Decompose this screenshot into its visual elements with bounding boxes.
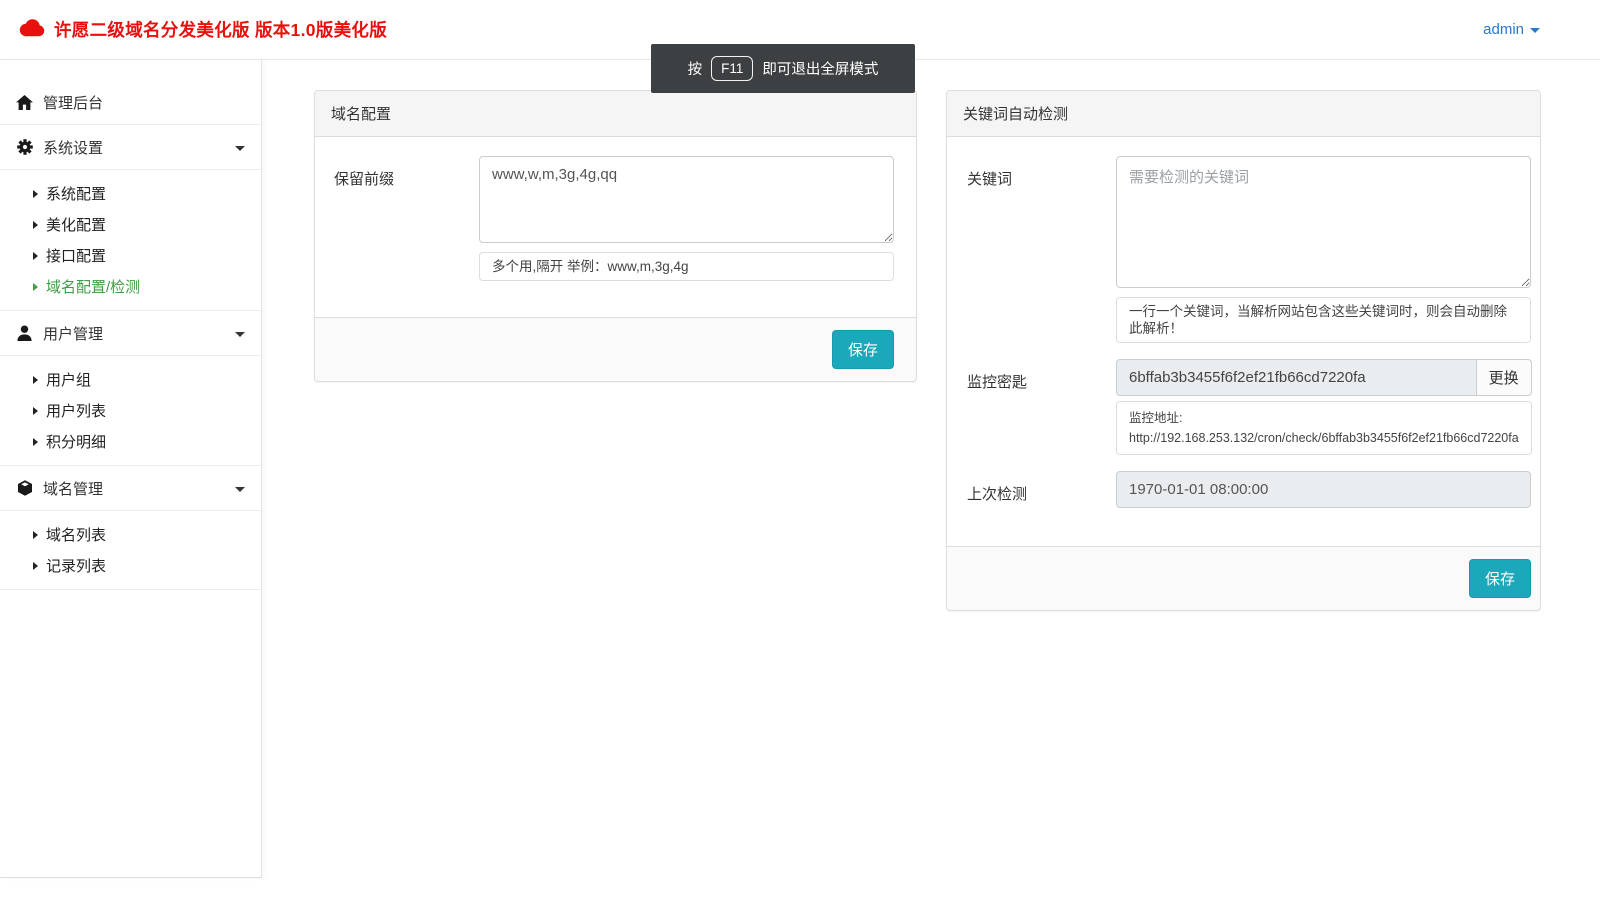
chevron-down-icon	[235, 332, 245, 337]
sidebar-item-label: 用户管理	[43, 323, 225, 344]
triangle-right-icon	[33, 221, 38, 229]
panel-footer: 保存	[315, 317, 916, 381]
brand-title: 许愿二级域名分发美化版 版本1.0版美化版	[54, 17, 387, 42]
submenu-label: 域名配置/检测	[46, 276, 140, 297]
sidebar-item-label: 系统设置	[43, 137, 225, 158]
submenu-domain-management: 域名列表 记录列表	[0, 511, 261, 590]
triangle-right-icon	[33, 376, 38, 384]
username: admin	[1483, 21, 1524, 38]
sidebar-item-system-settings[interactable]: 系统设置	[0, 125, 261, 170]
brand: 许愿二级域名分发美化版 版本1.0版美化版	[0, 17, 387, 42]
reserved-prefix-label: 保留前缀	[334, 156, 479, 281]
save-button[interactable]: 保存	[832, 330, 894, 369]
sidebar-item-system-config[interactable]: 系统配置	[0, 178, 261, 209]
last-check-input	[1116, 471, 1531, 508]
submenu-label: 积分明细	[46, 431, 106, 452]
last-check-label: 上次检测	[967, 471, 1116, 508]
triangle-right-icon	[33, 283, 38, 291]
keyword-label: 关键词	[967, 156, 1116, 343]
domain-config-panel: 域名配置 保留前缀 www,w,m,3g,4g,qq 多个用,隔开 举例：www…	[314, 90, 917, 382]
triangle-right-icon	[33, 562, 38, 570]
sidebar-item-domain-management[interactable]: 域名管理	[0, 466, 261, 511]
sidebar: 管理后台 系统设置	[0, 60, 262, 878]
user-dropdown[interactable]: admin	[1483, 21, 1540, 38]
triangle-right-icon	[33, 438, 38, 446]
sidebar-item-dashboard[interactable]: 管理后台	[0, 80, 261, 125]
panel-body: 关键词 一行一个关键词，当解析网站包含这些关键词时，则会自动删除此解析！ 监控密…	[947, 137, 1540, 546]
submenu-user-management: 用户组 用户列表 积分明细	[0, 356, 261, 466]
sidebar-item-user-groups[interactable]: 用户组	[0, 364, 261, 395]
sidebar-item-label: 域名管理	[43, 478, 225, 499]
panel-title: 关键词自动检测	[947, 91, 1540, 137]
sidebar-item-domain-list[interactable]: 域名列表	[0, 519, 261, 550]
monitor-key-label: 监控密匙	[967, 359, 1116, 455]
reserved-prefix-textarea[interactable]: www,w,m,3g,4g,qq	[479, 156, 894, 243]
cube-icon	[16, 480, 33, 496]
submenu-label: 用户组	[46, 369, 91, 390]
chevron-down-icon	[235, 146, 245, 151]
submenu-label: 系统配置	[46, 183, 106, 204]
triangle-right-icon	[33, 531, 38, 539]
monitor-url-line2: http://192.168.253.132/cron/check/6bffab…	[1129, 428, 1519, 448]
chevron-down-icon	[1530, 28, 1540, 33]
panel-title: 域名配置	[315, 91, 916, 137]
user-icon	[16, 325, 33, 341]
submenu-label: 用户列表	[46, 400, 106, 421]
panel-footer: 保存	[947, 546, 1540, 610]
toast-suffix: 即可退出全屏模式	[762, 58, 878, 79]
sidebar-item-record-list[interactable]: 记录列表	[0, 550, 261, 581]
submenu-label: 域名列表	[46, 524, 106, 545]
monitor-url-help: 监控地址: http://192.168.253.132/cron/check/…	[1116, 401, 1532, 455]
sidebar-item-domain-config-check[interactable]: 域名配置/检测	[0, 271, 261, 302]
sidebar-item-beautify-config[interactable]: 美化配置	[0, 209, 261, 240]
monitor-url-line1: 监控地址:	[1129, 408, 1519, 428]
cloud-icon	[18, 18, 45, 41]
sidebar-item-user-management[interactable]: 用户管理	[0, 311, 261, 356]
submenu-label: 记录列表	[46, 555, 106, 576]
triangle-right-icon	[33, 190, 38, 198]
reserved-prefix-help: 多个用,隔开 举例：www,m,3g,4g	[479, 252, 894, 281]
submenu-label: 美化配置	[46, 214, 106, 235]
keyword-help: 一行一个关键词，当解析网站包含这些关键词时，则会自动删除此解析！	[1116, 297, 1531, 343]
panel-body: 保留前缀 www,w,m,3g,4g,qq 多个用,隔开 举例：www,m,3g…	[315, 137, 916, 317]
home-icon	[16, 95, 33, 110]
sidebar-item-label: 管理后台	[43, 92, 245, 113]
change-key-button[interactable]: 更换	[1476, 359, 1532, 396]
keyword-textarea[interactable]	[1116, 156, 1531, 288]
submenu-system-settings: 系统配置 美化配置 接口配置 域名配置/检测	[0, 170, 261, 311]
triangle-right-icon	[33, 407, 38, 415]
submenu-label: 接口配置	[46, 245, 106, 266]
save-button[interactable]: 保存	[1469, 559, 1531, 598]
chevron-down-icon	[235, 487, 245, 492]
keyword-detect-panel: 关键词自动检测 关键词 一行一个关键词，当解析网站包含这些关键词时，则会自动删除…	[946, 90, 1541, 611]
triangle-right-icon	[33, 252, 38, 260]
toast-prefix: 按	[688, 58, 703, 79]
sidebar-item-user-list[interactable]: 用户列表	[0, 395, 261, 426]
admin-page: 许愿二级域名分发美化版 版本1.0版美化版 admin 管理后台	[0, 0, 1600, 900]
gear-icon	[16, 139, 33, 155]
sidebar-item-points-detail[interactable]: 积分明细	[0, 426, 261, 457]
sidebar-item-api-config[interactable]: 接口配置	[0, 240, 261, 271]
monitor-key-input[interactable]	[1116, 359, 1476, 396]
f11-keycap: F11	[711, 56, 753, 81]
fullscreen-exit-toast: 按 F11 即可退出全屏模式	[651, 44, 915, 93]
